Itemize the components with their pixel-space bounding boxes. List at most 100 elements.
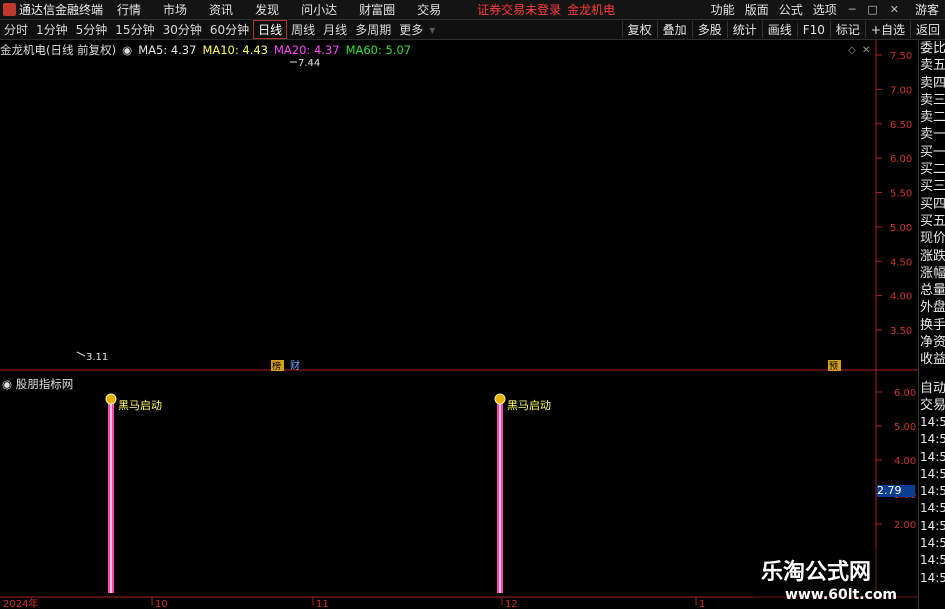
side-buy3: 买三 xyxy=(920,179,945,195)
close-icon[interactable]: ✕ xyxy=(862,45,870,56)
guest-label[interactable]: 游客 xyxy=(915,1,939,18)
tool-fuquan[interactable]: 复权 xyxy=(621,21,657,38)
price-tick-5: 5.00 xyxy=(890,223,912,234)
tool-tongji[interactable]: 统计 xyxy=(726,21,762,38)
period-more[interactable]: 更多 xyxy=(395,21,427,38)
period-60min[interactable]: 60分钟 xyxy=(206,21,253,38)
side-zidong[interactable]: 自动 xyxy=(919,380,945,397)
signal-label-1: 黑马启动 xyxy=(118,399,162,412)
ind-axis-6: 6.00 xyxy=(894,388,916,399)
side-sell1: 卖一 xyxy=(920,127,945,143)
side-xianjia: 现价 xyxy=(920,231,945,247)
date-label-10: 10 xyxy=(155,599,168,609)
menu-shichang[interactable]: 市场 xyxy=(163,1,187,18)
side-zongliang: 总量 xyxy=(920,283,945,299)
settings-icon[interactable]: ◉ xyxy=(2,377,12,391)
low-leader xyxy=(76,351,86,357)
tool-diejia[interactable]: 叠加 xyxy=(656,21,692,38)
login-notice[interactable]: 证券交易未登录 xyxy=(477,1,561,18)
price-tick-0: 7.50 xyxy=(890,51,912,62)
tool-fanhui[interactable]: 返回 xyxy=(909,21,945,38)
ma60-value: MA60: 5.07 xyxy=(345,42,412,57)
period-weekly[interactable]: 周线 xyxy=(287,21,319,38)
menu-faxian[interactable]: 发现 xyxy=(255,1,279,18)
price-tick-4: 5.50 xyxy=(890,189,912,200)
side-time-3: 14:56 xyxy=(920,449,945,464)
period-fenshi[interactable]: 分时 xyxy=(0,21,32,38)
tool-biaoji[interactable]: 标记 xyxy=(829,21,865,38)
signal-label-2: 黑马启动 xyxy=(507,399,551,412)
close-icon[interactable]: ✕ xyxy=(890,3,899,16)
side-buy2: 买二 xyxy=(920,162,945,178)
side-huanshou: 换手 xyxy=(920,317,945,333)
period-15min[interactable]: 15分钟 xyxy=(111,21,158,38)
menu-jiaoyi[interactable]: 交易 xyxy=(417,1,441,18)
watermark: 乐淘公式网 www.60lt.com xyxy=(753,548,918,609)
date-label-1: 1 xyxy=(699,599,705,609)
tool-f10[interactable]: F10 xyxy=(796,22,830,37)
kline-chart[interactable]: 7.50 7.00 6.50 6.00 5.50 5.00 4.50 4.00 3.50 7.4… xyxy=(0,40,918,609)
marker-yu-label: 预 xyxy=(829,361,838,372)
side-jiaoyi[interactable]: 交易 xyxy=(919,397,945,414)
app-logo-icon xyxy=(3,3,16,16)
indicator-name[interactable]: ◉ 股朋指标网 xyxy=(2,376,73,392)
price-tick-2: 6.50 xyxy=(890,120,912,131)
side-sell4: 卖四 xyxy=(920,75,945,91)
tool-huaxian[interactable]: 画线 xyxy=(761,21,797,38)
tool-zixuan[interactable]: +自选 xyxy=(864,21,910,38)
period-1min[interactable]: 1分钟 xyxy=(32,21,72,38)
date-axis: 2024年 10 11 12 1 xyxy=(3,597,705,609)
side-sell3: 卖三 xyxy=(920,92,945,108)
coin-icon xyxy=(494,393,506,405)
menu-caifuquan[interactable]: 财富圈 xyxy=(359,1,395,18)
login-stock[interactable]: 金龙机电 xyxy=(567,1,615,18)
side-time-6: 14:56 xyxy=(920,501,945,516)
side-time-8: 14:56 xyxy=(920,536,945,551)
high-price-label: 7.44 xyxy=(298,58,320,69)
period-monthly[interactable]: 月线 xyxy=(319,21,351,38)
side-time-9: 14:56 xyxy=(920,553,945,568)
menu-hangqing[interactable]: 行情 xyxy=(117,1,141,18)
side-weibi: 委比 xyxy=(920,41,945,56)
chart-tools: 复权 叠加 多股 统计 画线 F10 标记 +自选 返回 xyxy=(621,21,945,38)
menu-zixun[interactable]: 资讯 xyxy=(209,1,233,18)
price-tick-6: 4.50 xyxy=(890,257,912,268)
maximize-icon[interactable]: □ xyxy=(867,3,877,16)
low-price-label: 3.11 xyxy=(86,352,108,363)
menu-gongneng[interactable]: 功能 xyxy=(711,1,735,18)
chevron-down-icon[interactable]: ▾ xyxy=(427,23,437,37)
diamond-icon[interactable]: ◇ xyxy=(848,45,856,56)
side-zhangfu: 涨幅 xyxy=(920,265,945,281)
side-time-10: 14:56 xyxy=(920,570,945,585)
period-30min[interactable]: 30分钟 xyxy=(159,21,206,38)
ma5-value: MA5: 4.37 xyxy=(138,42,197,57)
marker-bang-label: 榜 xyxy=(272,360,281,372)
side-jingzi: 净资 xyxy=(920,335,945,351)
settings-icon[interactable]: ◉ xyxy=(122,43,132,57)
side-buy5: 买五 xyxy=(920,213,945,229)
menu-gongshi[interactable]: 公式 xyxy=(779,1,803,18)
price-tick-3: 6.00 xyxy=(890,154,912,165)
app-title: 通达信金融终端 xyxy=(19,3,104,17)
date-label-11: 11 xyxy=(316,599,329,609)
menu-wenxiaoda[interactable]: 问小达 xyxy=(301,1,337,18)
period-5min[interactable]: 5分钟 xyxy=(72,21,112,38)
menu-xuanxiang[interactable]: 选项 xyxy=(813,1,837,18)
period-daily[interactable]: 日线 xyxy=(253,20,288,39)
side-waipan: 外盘 xyxy=(920,300,945,316)
side-sell2: 卖二 xyxy=(920,110,945,126)
stock-title[interactable]: 金龙机电(日线 前复权) xyxy=(0,42,116,58)
tool-duogu[interactable]: 多股 xyxy=(691,21,727,38)
ind-axis-4: 4.00 xyxy=(894,456,916,467)
coin-icon xyxy=(105,393,117,405)
watermark-title: 乐淘公式网 xyxy=(761,560,872,585)
right-menu: 功能 版面 公式 选项 ─ □ ✕ 游客 xyxy=(701,1,945,18)
quote-side-panel: 委比 卖五 卖四 卖三 卖二 卖一 买一 买二 买三 买四 买五 现价 涨跌 涨… xyxy=(918,40,945,380)
menu-banmian[interactable]: 版面 xyxy=(745,1,769,18)
period-multi[interactable]: 多周期 xyxy=(351,21,395,38)
minimize-icon[interactable]: ─ xyxy=(849,3,856,16)
marker-cai[interactable]: 财 xyxy=(290,359,300,372)
menu-bar: 通达信金融终端 行情 市场 资讯 发现 问小达 财富圈 交易 证券交易未登录 金… xyxy=(0,0,945,20)
side-time-1: 14:56 xyxy=(920,415,945,429)
side-time-7: 14:56 xyxy=(920,518,945,533)
